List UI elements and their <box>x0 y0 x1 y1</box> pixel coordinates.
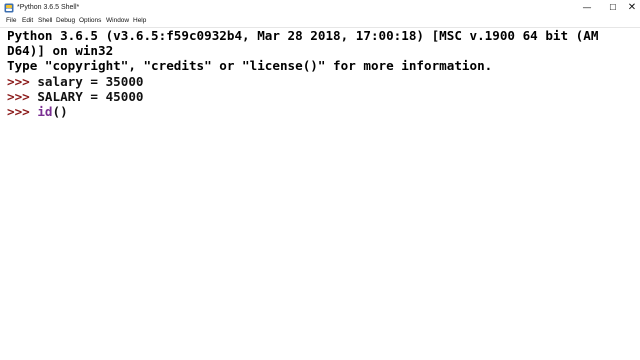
shell-text-area[interactable]: Python 3.6.5 (v3.6.5:f59c0932b4, Mar 28 … <box>0 27 640 360</box>
close-button[interactable]: ✕ <box>624 0 640 16</box>
menu-window[interactable]: Window <box>106 16 129 26</box>
shell-prompt: >>> <box>7 104 38 119</box>
minimize-button[interactable]: — <box>574 0 600 16</box>
shell-prompt: >>> <box>7 74 38 89</box>
menu-file[interactable]: File <box>6 16 16 26</box>
shell-prompt: >>> <box>7 89 38 104</box>
menu-shell[interactable]: Shell <box>38 16 52 26</box>
command-text: SALARY = 45000 <box>37 89 144 104</box>
menu-help[interactable]: Help <box>133 16 146 26</box>
idle-shell-window: *Python 3.6.5 Shell* — ☐ ✕ File Edit She… <box>0 0 640 360</box>
maximize-button[interactable]: ☐ <box>600 0 626 16</box>
history-line: >>> salary = 35000 <box>7 74 144 89</box>
menu-debug[interactable]: Debug <box>56 16 75 26</box>
python-idle-icon <box>4 3 14 13</box>
banner-line: D64)] on win32 <box>7 43 114 58</box>
input-line[interactable]: >>> id() <box>7 104 68 119</box>
window-title: *Python 3.6.5 Shell* <box>17 4 80 11</box>
input-text: () <box>52 104 68 119</box>
menu-edit[interactable]: Edit <box>22 16 33 26</box>
title-bar[interactable]: *Python 3.6.5 Shell* — ☐ ✕ <box>0 0 640 16</box>
banner-line: Type "copyright", "credits" or "license(… <box>7 58 493 73</box>
menu-bar: File Edit Shell Debug Options Window Hel… <box>0 16 640 26</box>
banner-line: Python 3.6.5 (v3.6.5:f59c0932b4, Mar 28 … <box>7 28 599 43</box>
command-text: salary = 35000 <box>37 74 144 89</box>
history-line: >>> SALARY = 45000 <box>7 89 144 104</box>
builtin-keyword: id <box>37 104 53 119</box>
menu-options[interactable]: Options <box>79 16 101 26</box>
